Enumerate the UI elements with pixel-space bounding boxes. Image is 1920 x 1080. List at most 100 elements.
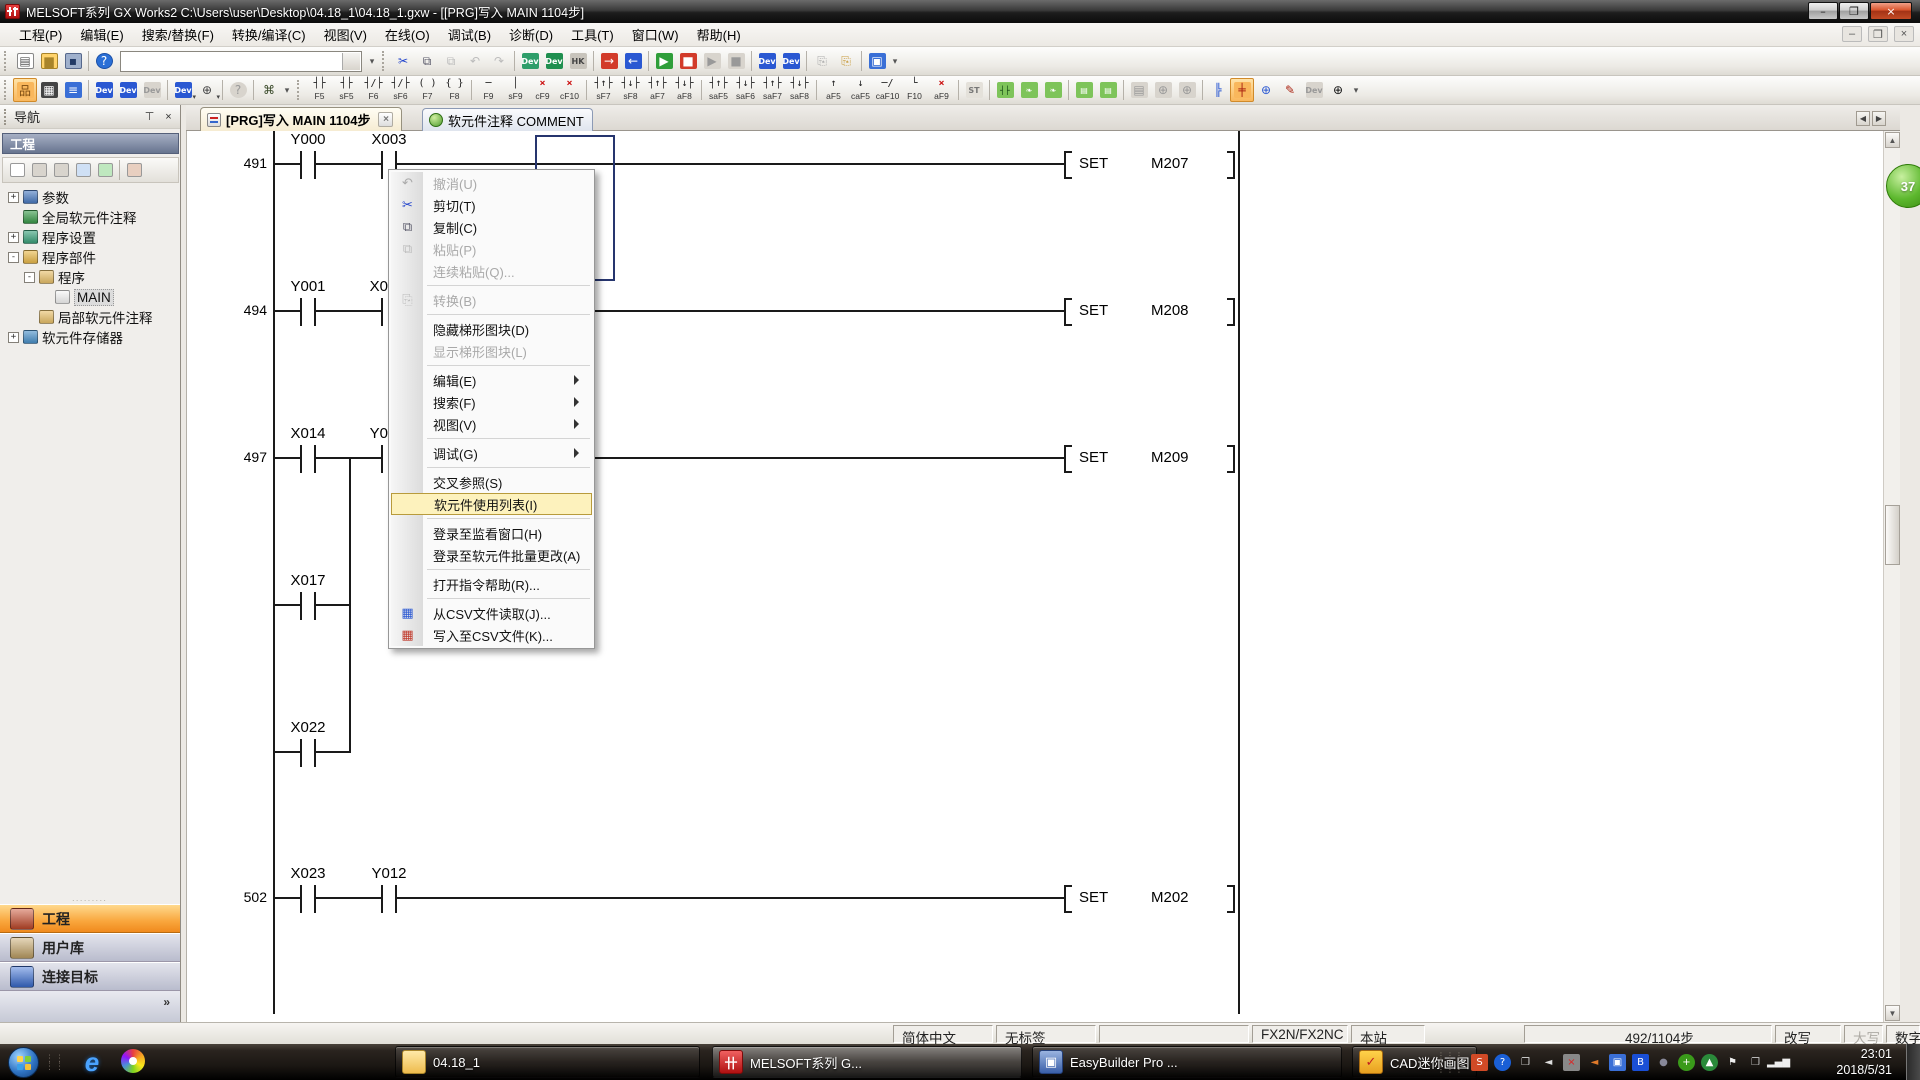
ladder-symbol-button-aF7[interactable]: ┤↑├aF7 bbox=[644, 77, 671, 103]
vertical-scrollbar[interactable]: ▲ ▼ bbox=[1883, 131, 1900, 1022]
antivirus-icon[interactable]: + bbox=[1678, 1054, 1695, 1071]
tree-item-3[interactable]: -程序部件 bbox=[0, 247, 181, 267]
comment-edit-2-icon[interactable]: ❧ bbox=[1041, 78, 1065, 102]
ladder-symbol-button-F6[interactable]: ┤/├F6 bbox=[360, 77, 387, 103]
menu-item-6[interactable]: 调试(B) bbox=[439, 22, 500, 47]
ladder-symbol-button-caF10[interactable]: ─/caF10 bbox=[874, 77, 901, 103]
menu-item-2[interactable]: 搜索/替换(F) bbox=[133, 22, 223, 47]
comment-edit-1-icon[interactable]: ❧ bbox=[1017, 78, 1041, 102]
copy-icon[interactable]: ⧉ bbox=[415, 49, 439, 73]
tree-expander-icon[interactable]: - bbox=[24, 272, 35, 283]
toolbar-overflow-icon[interactable]: ▾ bbox=[366, 56, 378, 67]
ladder-symbol-button-aF5[interactable]: ↑aF5 bbox=[820, 77, 847, 103]
tree-item-0[interactable]: +参数 bbox=[0, 187, 181, 207]
sort-icon[interactable] bbox=[123, 159, 145, 181]
tree-item-4[interactable]: -程序 bbox=[0, 267, 181, 287]
browser-pinwheel-icon[interactable] bbox=[121, 1049, 145, 1073]
power-plug-icon[interactable]: ❐ bbox=[1747, 1054, 1764, 1071]
panel-grip[interactable] bbox=[4, 109, 10, 125]
context-menu-item-11[interactable]: 编辑(E) bbox=[391, 369, 592, 391]
ladder-symbol-button-saF8[interactable]: ┤↓├saF8 bbox=[786, 77, 813, 103]
maximize-button[interactable]: ❐ bbox=[1839, 2, 1869, 20]
device-eye-icon[interactable]: Dev▾ bbox=[171, 78, 195, 102]
tree-item-1[interactable]: 全局软元件注释 bbox=[0, 207, 181, 227]
more-panels-icon[interactable]: » bbox=[163, 995, 170, 1009]
device-ccl-icon[interactable]: Dev bbox=[140, 78, 164, 102]
tab-main-program[interactable]: [PRG]写入 MAIN 1104步× bbox=[200, 107, 402, 131]
open-file-icon[interactable]: ▆ bbox=[37, 49, 61, 73]
ladder-symbol-button-aF8[interactable]: ┤↓├aF8 bbox=[671, 77, 698, 103]
ie-icon[interactable]: e bbox=[79, 1049, 105, 1075]
start-button[interactable] bbox=[8, 1047, 39, 1078]
module-icon[interactable]: ▦ bbox=[37, 78, 61, 102]
ladder-symbol-button-saF7[interactable]: ┤↑├saF7 bbox=[759, 77, 786, 103]
device-find-icon[interactable]: Dev bbox=[518, 49, 542, 73]
doc-find-1-icon[interactable]: ⊕ bbox=[1151, 78, 1175, 102]
tree-item-6[interactable]: 局部软元件注释 bbox=[0, 307, 181, 327]
refresh-icon[interactable] bbox=[94, 159, 116, 181]
tab-scroll-left-icon[interactable]: ◀ bbox=[1856, 111, 1870, 126]
shield-icon[interactable]: ▲ bbox=[1701, 1054, 1718, 1071]
panel-close-icon[interactable]: × bbox=[161, 109, 176, 124]
taskbar-button-2[interactable]: ▣EasyBuilder Pro ... bbox=[1032, 1046, 1342, 1078]
snagit-icon[interactable]: S bbox=[1471, 1054, 1488, 1071]
tree-expander-icon[interactable]: + bbox=[8, 332, 19, 343]
context-menu-item-23[interactable]: 打开指令帮助(R)... bbox=[391, 573, 592, 595]
toolbar-grip[interactable] bbox=[4, 51, 9, 71]
context-menu-item-1[interactable]: 剪切(T)✂ bbox=[391, 194, 592, 216]
toolbar-overflow-icon[interactable]: ▾ bbox=[1350, 85, 1362, 96]
volume-icon[interactable]: ◄ bbox=[1540, 1054, 1557, 1071]
tab-device-comment[interactable]: 软元件注释 COMMENT bbox=[422, 108, 593, 131]
device-display-1-icon[interactable]: Dev bbox=[755, 49, 779, 73]
help-icon[interactable]: ? bbox=[92, 49, 116, 73]
toolbar-overflow-icon[interactable]: ▾ bbox=[281, 85, 293, 96]
horn-icon[interactable]: ◄ bbox=[1586, 1054, 1603, 1071]
monitor-pause-icon[interactable]: ▶ bbox=[700, 49, 724, 73]
ladder-symbol-button-sF8[interactable]: ┤↓├sF8 bbox=[617, 77, 644, 103]
splitter-dots[interactable]: ......... bbox=[0, 896, 180, 904]
help-tray-icon[interactable]: ? bbox=[1494, 1054, 1511, 1071]
network-icon[interactable]: ▂▄▆ bbox=[1770, 1054, 1787, 1071]
nav-button-0[interactable]: 工程 bbox=[0, 904, 180, 933]
doc-info-icon[interactable] bbox=[72, 159, 94, 181]
undo-icon[interactable]: ↶ bbox=[463, 49, 487, 73]
tab-scroll-right-icon[interactable]: ▶ bbox=[1872, 111, 1886, 126]
ladder-symbol-button-F8[interactable]: { }F8 bbox=[441, 77, 468, 103]
menu-item-0[interactable]: 工程(P) bbox=[10, 22, 71, 47]
convert-2-icon[interactable]: ⎘ bbox=[834, 49, 858, 73]
action-center-icon[interactable]: ⚑ bbox=[1724, 1054, 1741, 1071]
device-search-icon[interactable]: ⊕▾ bbox=[195, 78, 219, 102]
new-file-icon[interactable]: ▤ bbox=[13, 49, 37, 73]
scroll-up-icon[interactable]: ▲ bbox=[1885, 132, 1900, 148]
mdi-close-icon[interactable]: × bbox=[1894, 26, 1914, 42]
redo-icon[interactable]: ↷ bbox=[487, 49, 511, 73]
convert-1-icon[interactable]: ⎘ bbox=[810, 49, 834, 73]
eagle-icon[interactable]: ● bbox=[1655, 1054, 1672, 1071]
mdi-minimize-icon[interactable]: – bbox=[1842, 26, 1862, 42]
toolbar-overflow-icon[interactable]: ▾ bbox=[889, 56, 901, 67]
context-menu-item-13[interactable]: 视图(V) bbox=[391, 413, 592, 435]
monitor-find-icon[interactable]: ⊕ bbox=[1254, 78, 1278, 102]
context-menu-item-15[interactable]: 调试(G) bbox=[391, 442, 592, 464]
device-monitor-icon[interactable]: Dev bbox=[542, 49, 566, 73]
ladder-symbol-button-sF9[interactable]: │sF9 bbox=[502, 77, 529, 103]
context-menu-item-26[interactable]: 写入至CSV文件(K)...▦ bbox=[391, 624, 592, 646]
paste-dim-icon[interactable] bbox=[50, 159, 72, 181]
ladder-symbol-button-saF5[interactable]: ┤↑├saF5 bbox=[705, 77, 732, 103]
show-desktop-button[interactable] bbox=[1906, 1044, 1920, 1080]
statement-edit-icon[interactable]: ▤ bbox=[1096, 78, 1120, 102]
zoom-icon[interactable]: ⊕ bbox=[1326, 78, 1350, 102]
menu-item-8[interactable]: 工具(T) bbox=[562, 22, 623, 47]
dev-dim-icon[interactable]: Dev bbox=[1302, 78, 1326, 102]
inline-st-edit-icon[interactable]: ┤├ bbox=[993, 78, 1017, 102]
menu-item-5[interactable]: 在线(O) bbox=[376, 22, 439, 47]
tree-item-7[interactable]: +软元件存储器 bbox=[0, 327, 181, 347]
plc-read-icon[interactable]: ← bbox=[621, 49, 645, 73]
toolbar-grip[interactable] bbox=[382, 51, 387, 71]
doc-gen-1-icon[interactable]: ▤ bbox=[1127, 78, 1151, 102]
menu-item-10[interactable]: 帮助(H) bbox=[688, 22, 750, 47]
context-menu-item-25[interactable]: 从CSV文件读取(J)...▦ bbox=[391, 602, 592, 624]
ladder-symbol-button-sF5[interactable]: ┤├sF5 bbox=[333, 77, 360, 103]
ladder-symbol-button-caF5[interactable]: ↓caF5 bbox=[847, 77, 874, 103]
minimize-button[interactable]: – bbox=[1808, 2, 1838, 20]
